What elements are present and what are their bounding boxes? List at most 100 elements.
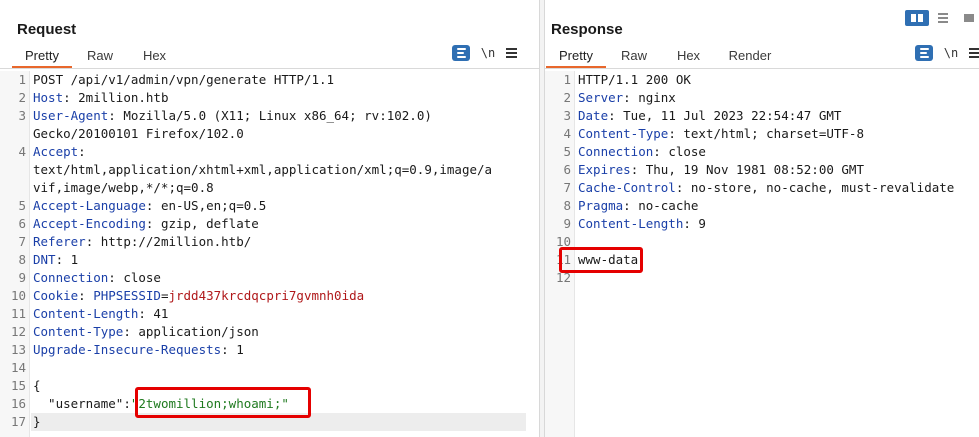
line-number: 9: [563, 216, 571, 231]
header-name: Date: [578, 108, 609, 123]
header-name: Accept-Language: [33, 198, 146, 213]
code-text: vif,image/webp,*/*;q=0.8: [33, 180, 214, 195]
code-line: Connection: close: [578, 143, 706, 161]
code-text: : 2million.htb: [63, 90, 169, 105]
pretty-print-icon[interactable]: [452, 45, 470, 61]
code-text: : text/html; charset=UTF-8: [668, 126, 864, 141]
line-number: 7: [563, 180, 571, 195]
code-line: Server: nginx: [578, 89, 676, 107]
code-text: : no-store, no-cache, must-revalidate: [675, 180, 955, 195]
request-title: Request: [17, 21, 77, 38]
line-number: 17: [10, 414, 26, 429]
code-text: : close: [653, 144, 706, 159]
newline-toggle-icon[interactable]: \n: [480, 46, 496, 60]
header-name: Content-Length: [578, 216, 684, 231]
code-text: : Thu, 19 Nov 1981 08:52:00 GMT: [630, 162, 864, 177]
pretty-print-icon[interactable]: [915, 45, 933, 61]
line-number: 6: [18, 216, 26, 231]
output-highlight-box: [559, 247, 643, 273]
response-pane: Response Pretty Raw Hex Render \n 1 HTTP/…: [545, 0, 979, 437]
line-number: 9: [18, 270, 26, 285]
request-toolbar: \n: [452, 45, 517, 61]
response-tab-render[interactable]: Render: [715, 46, 785, 68]
response-tabs: Pretty Raw Hex Render: [546, 46, 785, 68]
payload-highlight-box: [135, 387, 311, 418]
code-line: DNT: 1: [33, 251, 78, 269]
code-text: text/html,application/xhtml+xml,applicat…: [33, 162, 493, 177]
code-line: Expires: Thu, 19 Nov 1981 08:52:00 GMT: [578, 161, 864, 179]
request-tab-pretty[interactable]: Pretty: [12, 46, 72, 68]
code-line: Cookie: PHPSESSID=jrdd437krcdqcpri7gvmnh…: [33, 287, 364, 305]
split-columns-icon[interactable]: [905, 10, 929, 26]
code-line: Cache-Control: no-store, no-cache, must-…: [578, 179, 954, 197]
code-text: "username": [33, 396, 124, 411]
line-number: 2: [18, 90, 26, 105]
request-tab-separator: [0, 68, 539, 69]
header-name: Content-Length: [33, 306, 139, 321]
code-text: : close: [108, 270, 161, 285]
header-name: PHPSESSID: [93, 288, 161, 303]
header-name: Pragma: [578, 198, 624, 213]
line-number: 3: [563, 108, 571, 123]
line-number: 1: [18, 72, 26, 87]
code-text: HTTP/1.1 200 OK: [578, 72, 691, 87]
request-tab-raw[interactable]: Raw: [72, 46, 128, 68]
code-text: :: [123, 396, 131, 411]
cookie-value: jrdd437krcdqcpri7gvmnh0ida: [168, 288, 365, 303]
response-title: Response: [551, 21, 623, 38]
code-text: :: [78, 144, 86, 159]
menu-icon[interactable]: [506, 48, 517, 58]
code-line: User-Agent: Mozilla/5.0 (X11; Linux x86_…: [33, 107, 432, 125]
line-number: 2: [563, 90, 571, 105]
code-line: Accept-Language: en-US,en;q=0.5: [33, 197, 266, 215]
code-line: Accept:: [33, 143, 86, 161]
code-text: : http://2million.htb/: [85, 234, 252, 249]
menu-icon[interactable]: [969, 48, 979, 58]
split-rows-icon[interactable]: [931, 10, 955, 26]
line-number: 8: [563, 198, 571, 213]
code-text: POST /api/v1/admin/vpn/generate HTTP/1.1: [33, 72, 335, 87]
response-toolbar: \n: [915, 45, 979, 61]
line-number: 5: [18, 198, 26, 213]
single-view-icon[interactable]: [957, 10, 979, 26]
code-line: Content-Length: 41: [33, 305, 168, 323]
line-number: 15: [10, 378, 26, 393]
response-tab-raw[interactable]: Raw: [606, 46, 662, 68]
code-line: POST /api/v1/admin/vpn/generate HTTP/1.1: [33, 71, 334, 89]
line-number: 6: [563, 162, 571, 177]
line-number: 8: [18, 252, 26, 267]
code-text: : 9: [683, 216, 706, 231]
code-text: : gzip, deflate: [145, 216, 259, 231]
code-line: Accept-Encoding: gzip, deflate: [33, 215, 259, 233]
response-tab-separator: [545, 68, 979, 69]
newline-toggle-icon[interactable]: \n: [943, 46, 959, 60]
line-number: 1: [563, 72, 571, 87]
code-line: Content-Type: application/json: [33, 323, 259, 341]
header-name: DNT: [33, 252, 56, 267]
response-tab-hex[interactable]: Hex: [662, 46, 715, 68]
request-pane: Request Pretty Raw Hex \n 1 POST /api/v1/…: [0, 0, 539, 437]
line-number: 16: [10, 396, 26, 411]
code-line: }: [33, 413, 41, 431]
code-line: Connection: close: [33, 269, 161, 287]
line-number: 13: [10, 342, 26, 357]
code-line: Referer: http://2million.htb/: [33, 233, 251, 251]
code-text: }: [33, 414, 41, 429]
code-text: : application/json: [123, 324, 259, 339]
code-text: : Mozilla/5.0 (X11; Linux x86_64; rv:102…: [108, 108, 432, 123]
header-name: Host: [33, 90, 64, 105]
code-text: : 41: [138, 306, 169, 321]
code-line: Gecko/20100101 Firefox/102.0: [33, 125, 244, 143]
code-text: : 1: [221, 342, 244, 357]
code-line: {: [33, 377, 41, 395]
code-text: : Tue, 11 Jul 2023 22:54:47 GMT: [608, 108, 842, 123]
header-name: Content-Type: [33, 324, 124, 339]
header-name: Upgrade-Insecure-Requests: [33, 342, 222, 357]
code-text: {: [33, 378, 41, 393]
request-tab-hex[interactable]: Hex: [128, 46, 181, 68]
code-line: HTTP/1.1 200 OK: [578, 71, 691, 89]
request-editor[interactable]: 1 POST /api/v1/admin/vpn/generate HTTP/1.…: [0, 71, 539, 437]
response-tab-pretty[interactable]: Pretty: [546, 46, 606, 68]
line-number: 11: [10, 306, 26, 321]
code-text: Gecko/20100101 Firefox/102.0: [33, 126, 244, 141]
